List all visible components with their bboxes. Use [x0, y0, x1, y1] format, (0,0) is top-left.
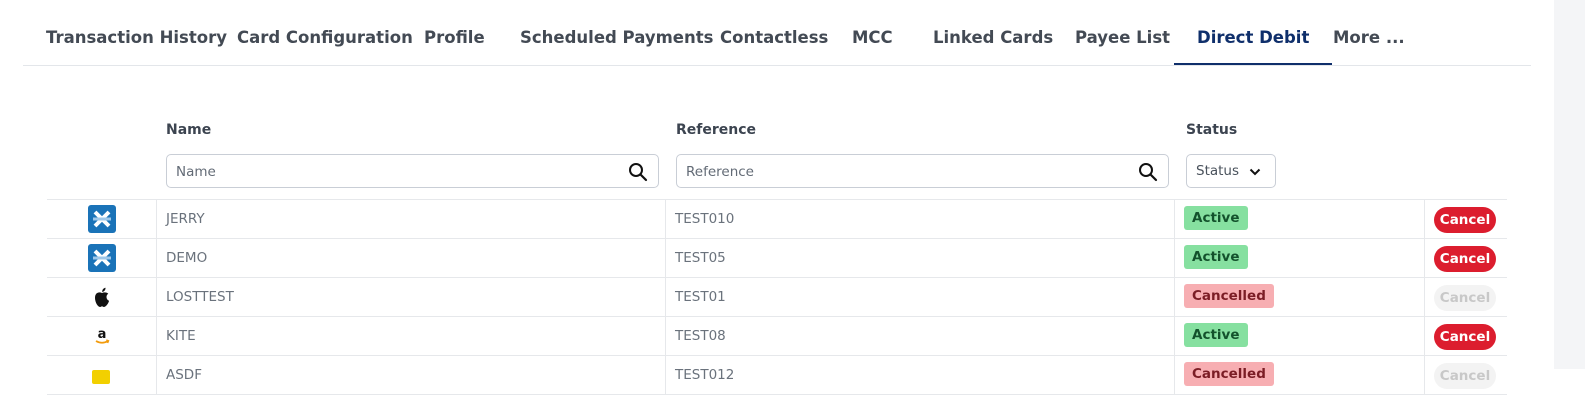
merchant-logo-icon	[88, 205, 116, 233]
chevron-down-icon	[1249, 168, 1261, 176]
row-reference: TEST08	[675, 328, 726, 344]
status-select-value: Status	[1196, 163, 1240, 179]
tab-profile[interactable]: Profile	[401, 0, 508, 65]
cancel-button[interactable]: Cancel	[1434, 207, 1496, 233]
status-badge: Cancelled	[1184, 362, 1274, 386]
search-icon[interactable]	[628, 162, 648, 182]
table-row: LOSTTEST TEST01 Cancelled Cancel	[47, 278, 1507, 317]
name-column-header: Name	[166, 122, 212, 138]
name-filter	[166, 154, 659, 188]
merchant-logo-icon	[92, 370, 110, 384]
status-badge: Active	[1184, 206, 1248, 230]
row-name: DEMO	[166, 250, 208, 266]
reference-search-input[interactable]	[686, 162, 1127, 182]
row-reference: TEST012	[675, 367, 735, 383]
apple-logo-icon	[95, 287, 109, 307]
cancel-button[interactable]: Cancel	[1434, 246, 1496, 272]
table-row: ASDF TEST012 Cancelled Cancel	[47, 356, 1507, 395]
cancel-button[interactable]: Cancel	[1434, 285, 1496, 311]
name-search-input[interactable]	[176, 162, 617, 182]
cancel-button[interactable]: Cancel	[1434, 363, 1496, 389]
status-badge: Active	[1184, 245, 1248, 269]
reference-column-header: Reference	[676, 122, 757, 138]
reference-filter	[676, 154, 1169, 188]
row-reference: TEST010	[675, 211, 735, 227]
status-badge: Active	[1184, 323, 1248, 347]
row-name: LOSTTEST	[166, 289, 234, 305]
row-reference: TEST05	[675, 250, 726, 266]
cancel-button[interactable]: Cancel	[1434, 324, 1496, 350]
direct-debit-table: JERRY TEST010 Active Cancel DEMO TEST05 …	[47, 199, 1507, 395]
row-name: KITE	[166, 328, 196, 344]
status-badge: Cancelled	[1184, 284, 1274, 308]
search-icon[interactable]	[1138, 162, 1158, 182]
tab-bar: Transaction History Card Configuration P…	[23, 0, 1531, 66]
right-gutter	[1554, 0, 1585, 369]
table-row: DEMO TEST05 Active Cancel	[47, 239, 1507, 278]
merchant-logo-icon	[88, 244, 116, 272]
svg-text:a: a	[98, 327, 107, 342]
amazon-logo-icon: a	[95, 327, 110, 344]
row-name: ASDF	[166, 367, 202, 383]
status-filter-select[interactable]: Status	[1186, 154, 1276, 188]
tab-direct-debit[interactable]: Direct Debit	[1174, 0, 1333, 65]
table-row: JERRY TEST010 Active Cancel	[47, 200, 1507, 239]
row-name: JERRY	[166, 211, 205, 227]
table-row: a KITE TEST08 Active Cancel	[47, 317, 1507, 356]
tab-payee-list[interactable]: Payee List	[1052, 0, 1193, 65]
status-column-header: Status	[1186, 122, 1238, 138]
tab-more[interactable]: More ...	[1310, 0, 1428, 65]
tab-mcc[interactable]: MCC	[829, 0, 916, 65]
row-reference: TEST01	[675, 289, 726, 305]
